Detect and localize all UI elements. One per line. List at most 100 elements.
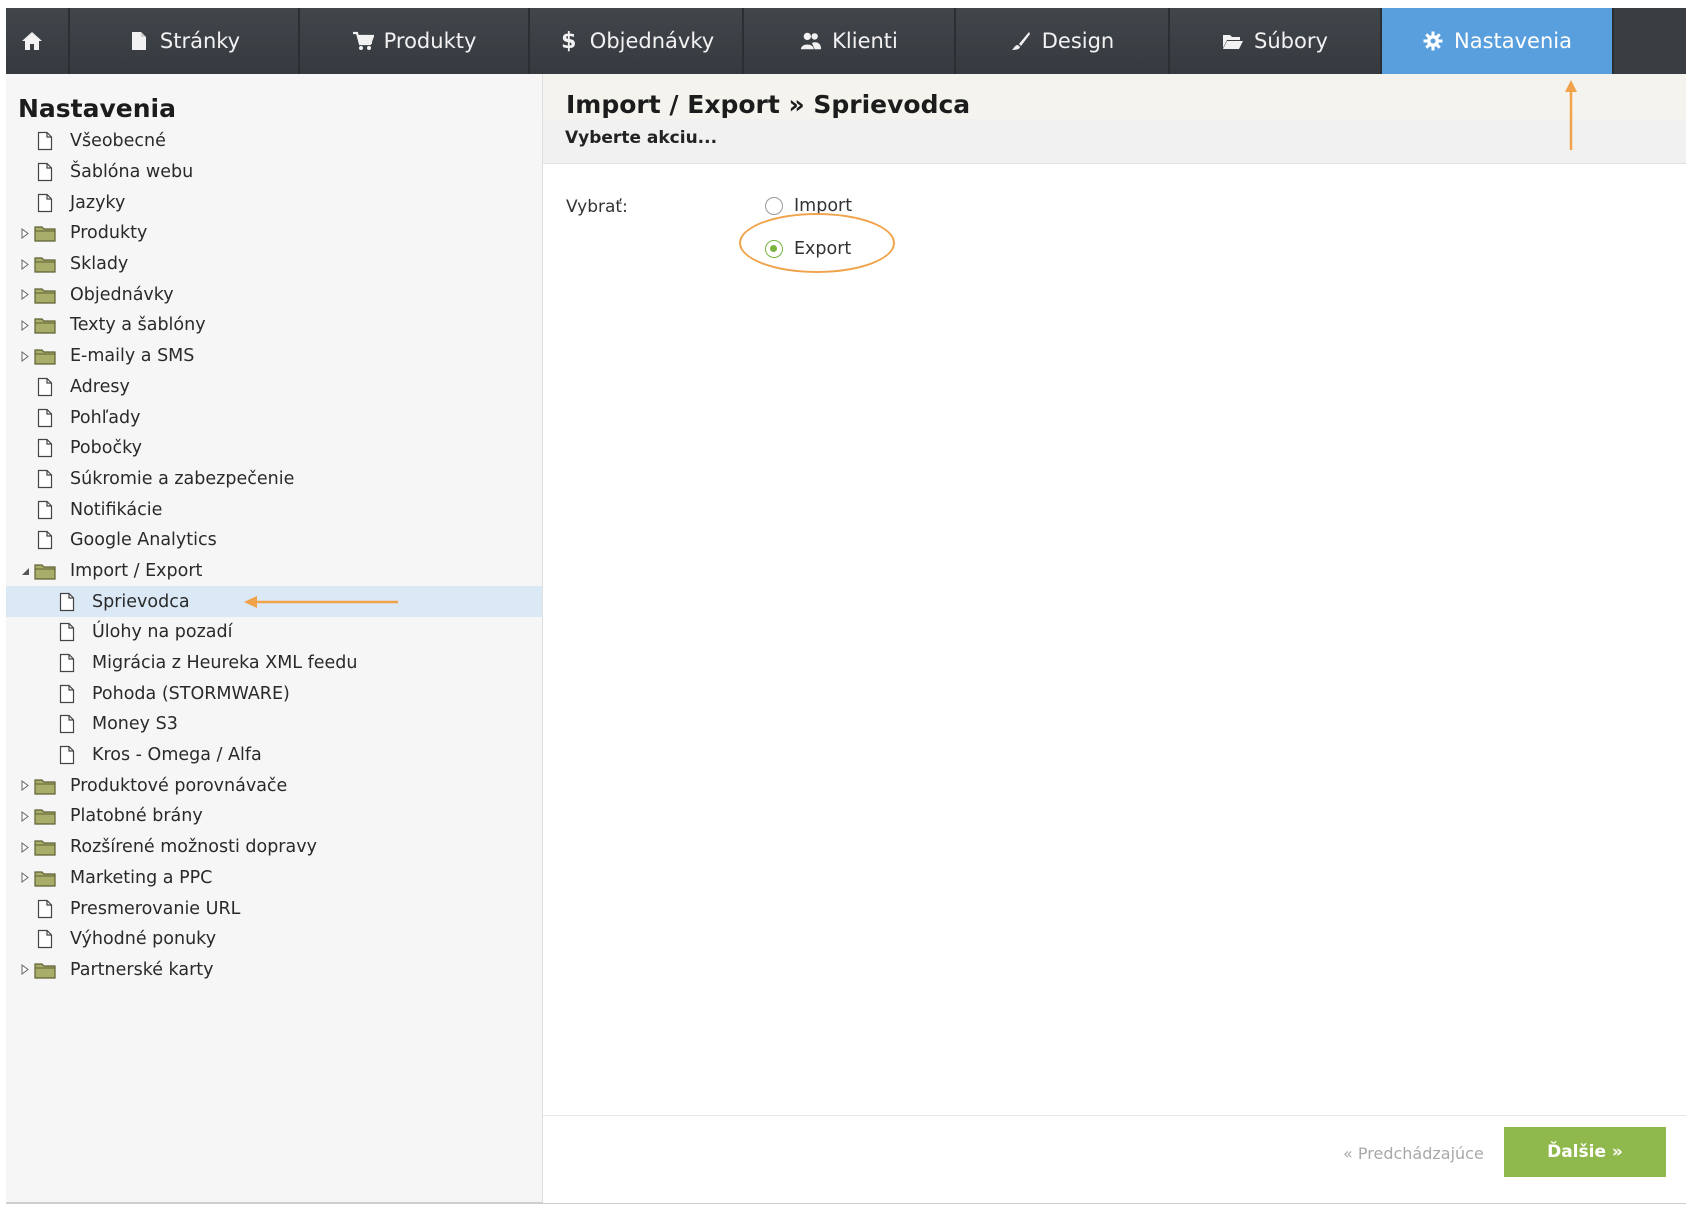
- sidebar-item[interactable]: Migrácia z Heureka XML feedu: [6, 648, 542, 679]
- sidebar-item-label: Pohoda (STORMWARE): [92, 683, 290, 704]
- collapsed-triangle-icon[interactable]: [20, 871, 30, 885]
- collapsed-triangle-icon[interactable]: [20, 349, 30, 363]
- sidebar-item[interactable]: Produkty: [6, 218, 542, 249]
- annotation-highlight-ellipse: [739, 213, 895, 273]
- radio-import-button[interactable]: [765, 197, 783, 215]
- sidebar-item[interactable]: Texty a šablóny: [6, 310, 542, 341]
- sidebar-item-label: Migrácia z Heureka XML feedu: [92, 653, 358, 674]
- sidebar-item-label: Pohľady: [70, 407, 141, 428]
- folder-icon: [34, 253, 56, 275]
- page-icon: [34, 468, 56, 490]
- tab-stranky[interactable]: Stránky: [70, 8, 300, 74]
- expanded-triangle-icon[interactable]: [20, 564, 30, 578]
- collapsed-triangle-icon[interactable]: [20, 226, 30, 240]
- sidebar-item[interactable]: Jazyky: [6, 187, 542, 218]
- sidebar-item-label: Súkromie a zabezpečenie: [70, 468, 295, 489]
- main-content: Import / Export » Sprievodca Vyberte akc…: [543, 74, 1686, 1203]
- page-icon: [56, 744, 78, 766]
- folder-icon: [34, 345, 56, 367]
- sidebar-item[interactable]: Sprievodca: [6, 586, 542, 617]
- sidebar-item[interactable]: Import / Export: [6, 556, 542, 587]
- select-label: Vybrať:: [566, 197, 628, 217]
- sidebar-item-label: Šablóna webu: [70, 162, 194, 183]
- sidebar-item-label: Google Analytics: [70, 530, 217, 551]
- page-subtitle: Vyberte akciu...: [565, 128, 718, 148]
- sidebar-item[interactable]: Presmerovanie URL: [6, 893, 542, 924]
- sidebar-item[interactable]: Produktové porovnávače: [6, 770, 542, 801]
- sidebar-item-label: Marketing a PPC: [70, 867, 213, 888]
- sidebar-item[interactable]: Sklady: [6, 249, 542, 280]
- sidebar-item[interactable]: Pobočky: [6, 433, 542, 464]
- sidebar-item[interactable]: Šablóna webu: [6, 157, 542, 188]
- tab-design[interactable]: Design: [956, 8, 1170, 74]
- collapsed-triangle-icon[interactable]: [20, 318, 30, 332]
- page-icon: [34, 161, 56, 183]
- sidebar-item[interactable]: Partnerské karty: [6, 955, 542, 986]
- sidebar-item[interactable]: Google Analytics: [6, 525, 542, 556]
- page-icon: [34, 529, 56, 551]
- tab-nastavenia[interactable]: Nastavenia: [1382, 8, 1614, 74]
- previous-link[interactable]: « Predchádzajúce: [1343, 1144, 1484, 1163]
- sidebar-item[interactable]: Notifikácie: [6, 494, 542, 525]
- sidebar-item[interactable]: Money S3: [6, 709, 542, 740]
- sidebar-item-label: Import / Export: [70, 560, 203, 581]
- page-icon: [34, 437, 56, 459]
- sidebar-item[interactable]: Pohoda (STORMWARE): [6, 678, 542, 709]
- page-icon: [34, 499, 56, 521]
- page-icon: [56, 621, 78, 643]
- folder-icon: [34, 222, 56, 244]
- tab-objednavky[interactable]: $ Objednávky: [530, 8, 744, 74]
- next-button[interactable]: Ďalšie »: [1504, 1127, 1666, 1177]
- tab-label: Produkty: [383, 29, 477, 53]
- collapsed-triangle-icon[interactable]: [20, 288, 30, 302]
- page-icon: [34, 898, 56, 920]
- folder-icon: [34, 284, 56, 306]
- page-icon: [34, 928, 56, 950]
- gear-icon: [1422, 30, 1444, 52]
- page-icon: [56, 683, 78, 705]
- collapsed-triangle-icon[interactable]: [20, 257, 30, 271]
- users-icon: [800, 30, 822, 52]
- sidebar-item[interactable]: Marketing a PPC: [6, 863, 542, 894]
- sidebar-item[interactable]: Adresy: [6, 372, 542, 403]
- sidebar-item-label: Produkty: [70, 223, 148, 244]
- page-icon: [56, 713, 78, 735]
- collapsed-triangle-icon[interactable]: [20, 809, 30, 823]
- sidebar-item[interactable]: Pohľady: [6, 402, 542, 433]
- sidebar-item[interactable]: Výhodné ponuky: [6, 924, 542, 955]
- sidebar-item[interactable]: Všeobecné: [6, 126, 542, 157]
- sidebar-item-label: Kros - Omega / Alfa: [92, 745, 262, 766]
- page-icon: [56, 652, 78, 674]
- collapsed-triangle-icon[interactable]: [20, 840, 30, 854]
- sidebar-item-label: Adresy: [70, 376, 130, 397]
- sidebar-item[interactable]: Kros - Omega / Alfa: [6, 740, 542, 771]
- collapsed-triangle-icon[interactable]: [20, 963, 30, 977]
- sidebar-item-label: E-maily a SMS: [70, 346, 195, 367]
- sidebar-item-label: Všeobecné: [70, 131, 166, 152]
- sidebar-item-label: Výhodné ponuky: [70, 929, 217, 950]
- collapsed-triangle-icon[interactable]: [20, 779, 30, 793]
- sidebar-item[interactable]: Úlohy na pozadí: [6, 617, 542, 648]
- folder-open-icon: [1222, 30, 1244, 52]
- folder-icon: [34, 560, 56, 582]
- page-icon: [34, 130, 56, 152]
- sidebar-item-label: Sprievodca: [92, 591, 190, 612]
- page-title: Import / Export » Sprievodca: [566, 90, 971, 119]
- tab-label: Nastavenia: [1454, 29, 1572, 53]
- sidebar-item[interactable]: Súkromie a zabezpečenie: [6, 464, 542, 495]
- tab-produkty[interactable]: Produkty: [300, 8, 530, 74]
- tab-home[interactable]: [6, 8, 70, 74]
- sidebar-item[interactable]: Rozšírené možnosti dopravy: [6, 832, 542, 863]
- folder-icon: [34, 775, 56, 797]
- app-frame: Stránky Produkty $ Objednávky Klienti De…: [6, 8, 1686, 1204]
- tab-subory[interactable]: Súbory: [1170, 8, 1382, 74]
- sidebar-item-label: Sklady: [70, 254, 129, 275]
- sidebar-item[interactable]: Platobné brány: [6, 801, 542, 832]
- sidebar-item[interactable]: E-maily a SMS: [6, 341, 542, 372]
- tab-klienti[interactable]: Klienti: [744, 8, 956, 74]
- sidebar-item[interactable]: Objednávky: [6, 279, 542, 310]
- page-icon: [34, 192, 56, 214]
- sidebar-item-label: Money S3: [92, 714, 178, 735]
- brush-icon: [1010, 30, 1032, 52]
- page-icon: [56, 591, 78, 613]
